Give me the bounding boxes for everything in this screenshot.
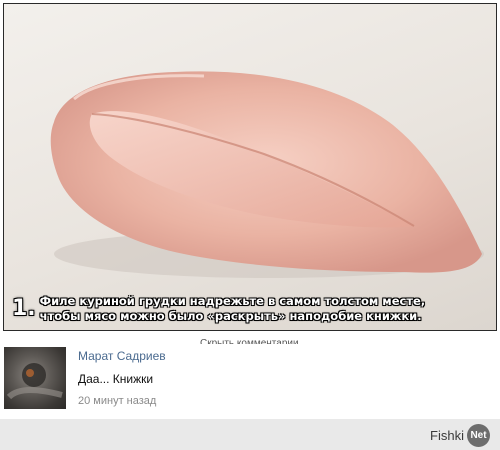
step-number: 1. bbox=[12, 296, 36, 321]
watermark-bar: Fishki Net bbox=[0, 419, 500, 450]
comment-item: Марат Садриев Даа... Книжки 20 минут наз… bbox=[4, 344, 496, 410]
fishki-wordmark: Fishki bbox=[430, 428, 464, 443]
comment-text: Даа... Книжки bbox=[78, 372, 154, 386]
net-badge-icon: Net bbox=[467, 424, 490, 447]
chicken-breast-illustration bbox=[50, 71, 484, 278]
caption-line-2: чтобы мясо можно было «раскрыть» наподоб… bbox=[39, 309, 422, 323]
hide-comments-link[interactable]: Скрыть комментарии bbox=[200, 337, 299, 344]
comment-author[interactable]: Марат Садриев bbox=[78, 349, 166, 363]
avatar-image-icon bbox=[6, 363, 63, 400]
avatar[interactable] bbox=[4, 347, 66, 409]
comment-timestamp: 20 минут назад bbox=[78, 395, 157, 407]
caption-line-1: Филе куриной грудки надрежьте в самом то… bbox=[39, 294, 426, 308]
post-image: 1. Филе куриной грудки надрежьте в самом… bbox=[3, 3, 497, 331]
fishki-logo: Fishki Net bbox=[430, 424, 490, 447]
caption-text: Филе куриной грудки надрежьте в самом то… bbox=[40, 294, 425, 324]
step-caption: 1. Филе куриной грудки надрежьте в самом… bbox=[12, 294, 425, 324]
